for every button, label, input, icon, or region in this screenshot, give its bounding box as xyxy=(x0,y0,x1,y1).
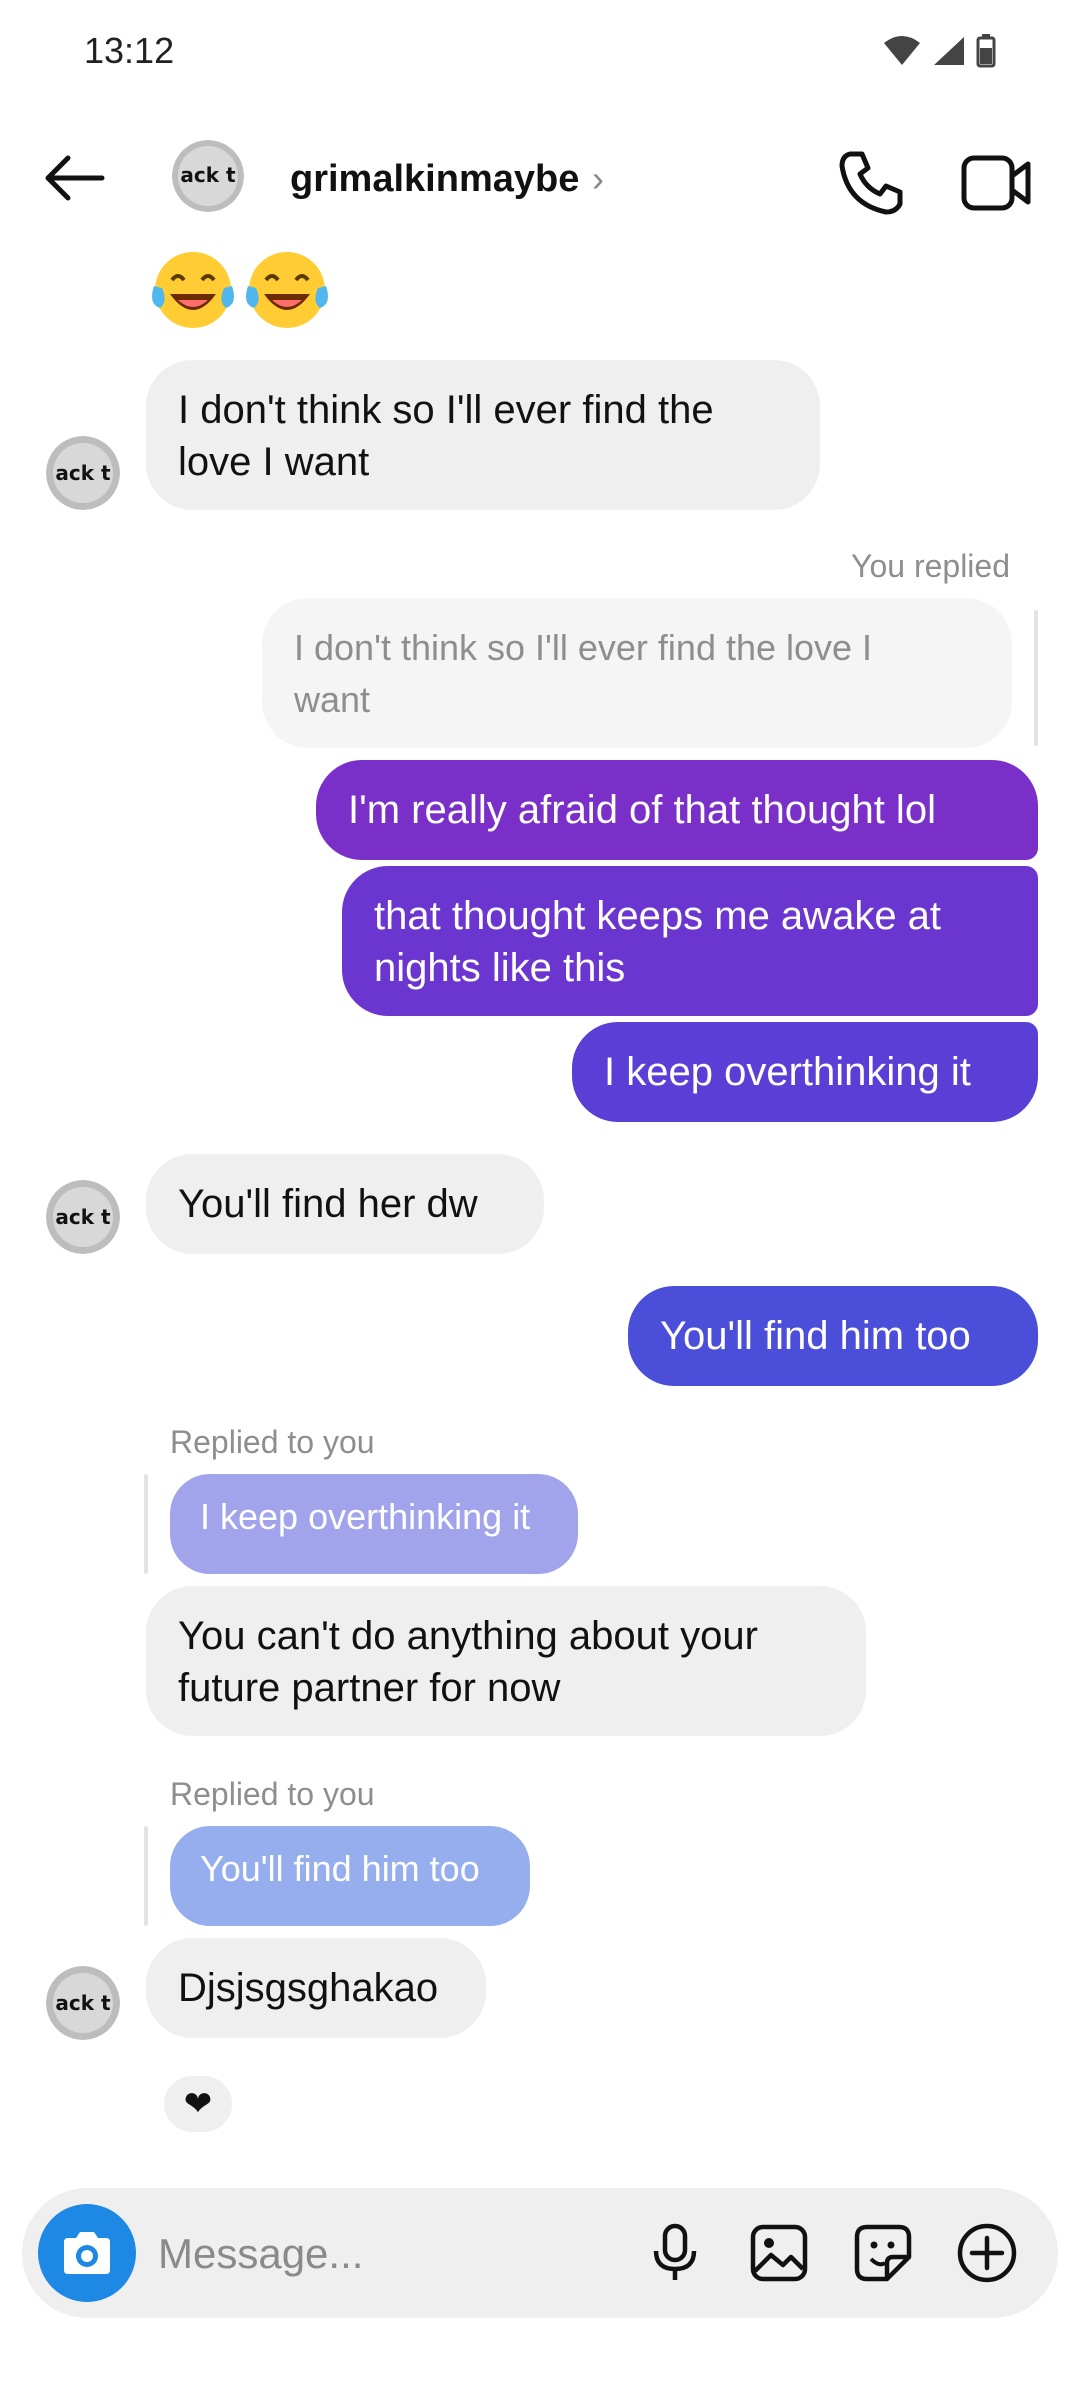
gallery-button[interactable] xyxy=(744,2218,814,2288)
you-replied-label: You replied xyxy=(851,548,1010,584)
avatar-image: ack t xyxy=(172,140,244,212)
sticker-icon xyxy=(854,2224,912,2282)
message-text-line: You can't do anything about your xyxy=(178,1614,758,1658)
camera-icon xyxy=(64,2232,110,2274)
sender-avatar[interactable]: ack t xyxy=(46,1180,120,1254)
camera-button[interactable] xyxy=(38,2204,136,2302)
add-button[interactable] xyxy=(952,2218,1022,2288)
status-icons xyxy=(882,34,996,68)
quoted-message[interactable]: I don't think so I'll ever find the love… xyxy=(262,598,1012,748)
sticker-button[interactable] xyxy=(848,2218,918,2288)
message-text-line: future partner for now xyxy=(178,1666,561,1710)
incoming-message[interactable]: You'll find her dw xyxy=(146,1154,544,1254)
video-call-button[interactable] xyxy=(960,148,1032,218)
sender-avatar[interactable]: ack t xyxy=(46,1966,120,2040)
voice-call-button[interactable] xyxy=(836,148,906,218)
outgoing-message[interactable]: You'll find him too xyxy=(628,1286,1038,1386)
avatar[interactable]: ack t xyxy=(172,140,244,212)
arrow-left-icon xyxy=(45,155,105,201)
quoted-message[interactable]: I keep overthinking it xyxy=(170,1474,578,1574)
tears-of-joy-emoji-icon xyxy=(152,252,234,328)
chevron-right-icon[interactable]: › xyxy=(592,158,604,200)
outgoing-message[interactable]: I'm really afraid of that thought lol xyxy=(316,760,1038,860)
avatar-text: ack t xyxy=(55,461,111,485)
quoted-text: I keep overthinking it xyxy=(200,1496,531,1537)
avatar-image: ack t xyxy=(46,436,120,510)
microphone-button[interactable] xyxy=(640,2218,710,2288)
incoming-message[interactable]: Djsjsgsghakao xyxy=(146,1938,486,2038)
tears-of-joy-emoji-icon xyxy=(246,252,328,328)
message-text: I keep overthinking it xyxy=(604,1050,971,1094)
message-text-line: nights like this xyxy=(374,946,626,990)
wifi-icon xyxy=(884,36,920,65)
message-text-line: that thought keeps me awake at xyxy=(374,894,942,938)
replied-to-you-label: Replied to you xyxy=(170,1776,375,1812)
signal-icon xyxy=(934,37,964,65)
quoted-message[interactable]: You'll find him too xyxy=(170,1826,530,1926)
image-icon xyxy=(750,2224,808,2282)
message-composer xyxy=(22,2188,1058,2318)
incoming-message[interactable]: I don't think so I'll ever find the love… xyxy=(146,360,820,510)
status-time: 13:12 xyxy=(84,30,175,71)
message-text-line: I don't think so I'll ever find the xyxy=(178,388,714,432)
quote-bar xyxy=(144,1474,148,1574)
emoji-message[interactable] xyxy=(148,248,332,332)
message-text-line: love I want xyxy=(178,440,370,484)
outgoing-message[interactable]: that thought keeps me awake at nights li… xyxy=(342,866,1038,1016)
quoted-text: You'll find him too xyxy=(200,1848,480,1889)
chat-header: ack t grimalkinmaybe › xyxy=(0,110,1080,250)
phone-icon xyxy=(839,151,903,215)
message-input[interactable] xyxy=(158,2224,628,2284)
message-text: Djsjsgsghakao xyxy=(178,1966,439,2010)
plus-circle-icon xyxy=(957,2223,1017,2283)
quoted-text-line: I don't think so I'll ever find the love… xyxy=(294,627,873,668)
avatar-image: ack t xyxy=(46,1180,120,1254)
incoming-message[interactable]: You can't do anything about your future … xyxy=(146,1586,866,1736)
sender-avatar[interactable]: ack t xyxy=(46,436,120,510)
replied-to-you-label: Replied to you xyxy=(170,1424,375,1460)
avatar-image: ack t xyxy=(46,1966,120,2040)
heart-icon: ❤ xyxy=(183,2084,213,2124)
video-camera-icon xyxy=(961,155,1031,211)
status-bar: 13:12 xyxy=(0,0,1080,100)
avatar-text: ack t xyxy=(180,163,236,187)
reaction-badge[interactable]: ❤ xyxy=(160,2072,236,2136)
message-text: I'm really afraid of that thought lol xyxy=(348,788,936,832)
avatar-text: ack t xyxy=(55,1991,111,2015)
avatar-text: ack t xyxy=(55,1205,111,1229)
quote-bar xyxy=(1034,610,1038,746)
outgoing-message[interactable]: I keep overthinking it xyxy=(572,1022,1038,1122)
back-button[interactable] xyxy=(36,140,112,216)
quoted-text-line: want xyxy=(294,679,371,720)
quote-bar xyxy=(144,1826,148,1926)
microphone-icon xyxy=(653,2223,697,2280)
chat-username[interactable]: grimalkinmaybe xyxy=(290,158,579,201)
message-text: You'll find him too xyxy=(660,1314,971,1358)
battery-icon xyxy=(976,34,996,68)
message-text: You'll find her dw xyxy=(178,1182,478,1226)
